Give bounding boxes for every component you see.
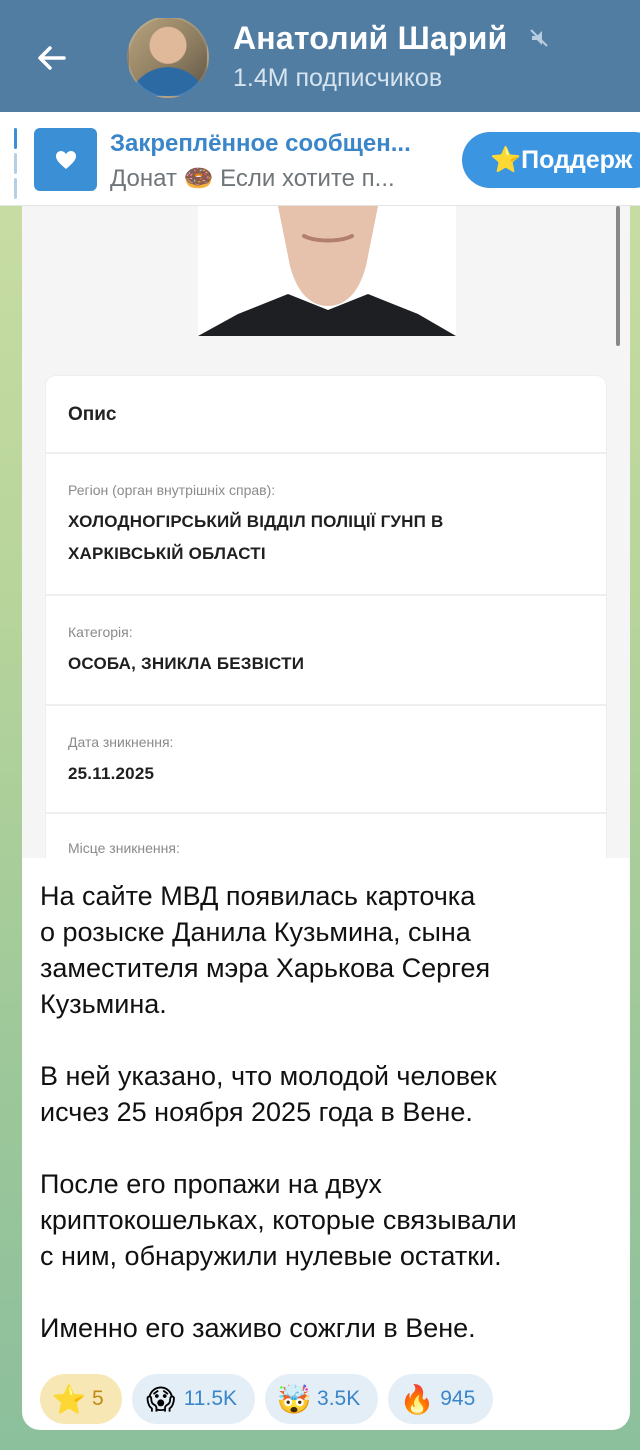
message-text: На сайте МВД появилась карточка о розыск… [40,881,517,1343]
message-bubble: Опис Регіон (орган внутрішніх справ): ХО… [22,206,630,1430]
mind-blown-emoji-icon: 🤯 [276,1382,312,1416]
reaction-count: 5 [92,1387,104,1410]
reaction-star[interactable]: ⭐ 5 [40,1374,122,1424]
message-image[interactable]: Опис Регіон (орган внутрішніх справ): ХО… [22,206,630,858]
category-row: Категорія: ОСОБА, ЗНИКЛА БЕЗВІСТИ [46,596,606,706]
pinned-thumbnail [34,128,97,191]
channel-name[interactable]: Анатолий Шарий [233,20,507,57]
image-scrollbar[interactable] [616,206,620,346]
muted-bell-icon [530,29,548,47]
pinned-preview: Донат 🍩 Если хотите п... [110,165,395,192]
region-value: ХОЛОДНОГІРСЬКИЙ ВІДДІЛ ПОЛІЦІЇ ГУНП В ХА… [68,512,444,563]
reaction-count: 945 [440,1387,476,1410]
pinned-message-bar[interactable]: Закреплённое сообщен... Донат 🍩 Если хот… [0,112,640,206]
scream-emoji-icon: 😱 [146,1382,176,1416]
place-label: Місце зникнення: [68,840,180,856]
pinned-title: Закреплённое сообщен... [110,130,411,157]
reactions-bar: ⭐ 5 😱 11.5K 🤯 3.5K 🔥 945 [40,1374,494,1424]
star-icon: ⭐ [51,1382,87,1416]
place-row: Місце зникнення: [46,814,606,858]
heart-icon [55,150,76,169]
card-heading-row: Опис [46,376,606,454]
fire-emoji-icon: 🔥 [399,1382,435,1416]
reaction-scream[interactable]: 😱 11.5K [131,1374,256,1424]
category-value: ОСОБА, ЗНИКЛА БЕЗВІСТИ [68,654,305,673]
person-photo [198,206,456,336]
reaction-count: 11.5K [183,1387,238,1410]
channel-avatar[interactable] [127,16,209,98]
reaction-count: 3.5K [317,1387,361,1410]
pinned-indicator [14,128,18,199]
category-label: Категорія: [68,624,133,640]
arrow-left-icon [38,46,66,70]
chat-header: Анатолий Шарий 1.4M подписчиков [0,0,640,112]
date-value: 25.11.2025 [68,764,155,783]
card-heading: Опис [68,404,117,425]
reaction-mind-blown[interactable]: 🤯 3.5K [265,1374,379,1424]
subscriber-count: 1.4M подписчиков [233,64,443,92]
date-label: Дата зникнення: [68,734,174,750]
description-card: Опис Регіон (орган внутрішніх справ): ХО… [46,376,606,858]
portrait-image [198,206,456,336]
support-button[interactable]: ⭐Поддерж [462,132,640,188]
reaction-fire[interactable]: 🔥 945 [388,1374,494,1424]
back-button[interactable] [30,36,74,80]
date-row: Дата зникнення: 25.11.2025 [46,706,606,814]
region-label: Регіон (орган внутрішніх справ): [68,482,276,498]
region-row: Регіон (орган внутрішніх справ): ХОЛОДНО… [46,454,606,596]
